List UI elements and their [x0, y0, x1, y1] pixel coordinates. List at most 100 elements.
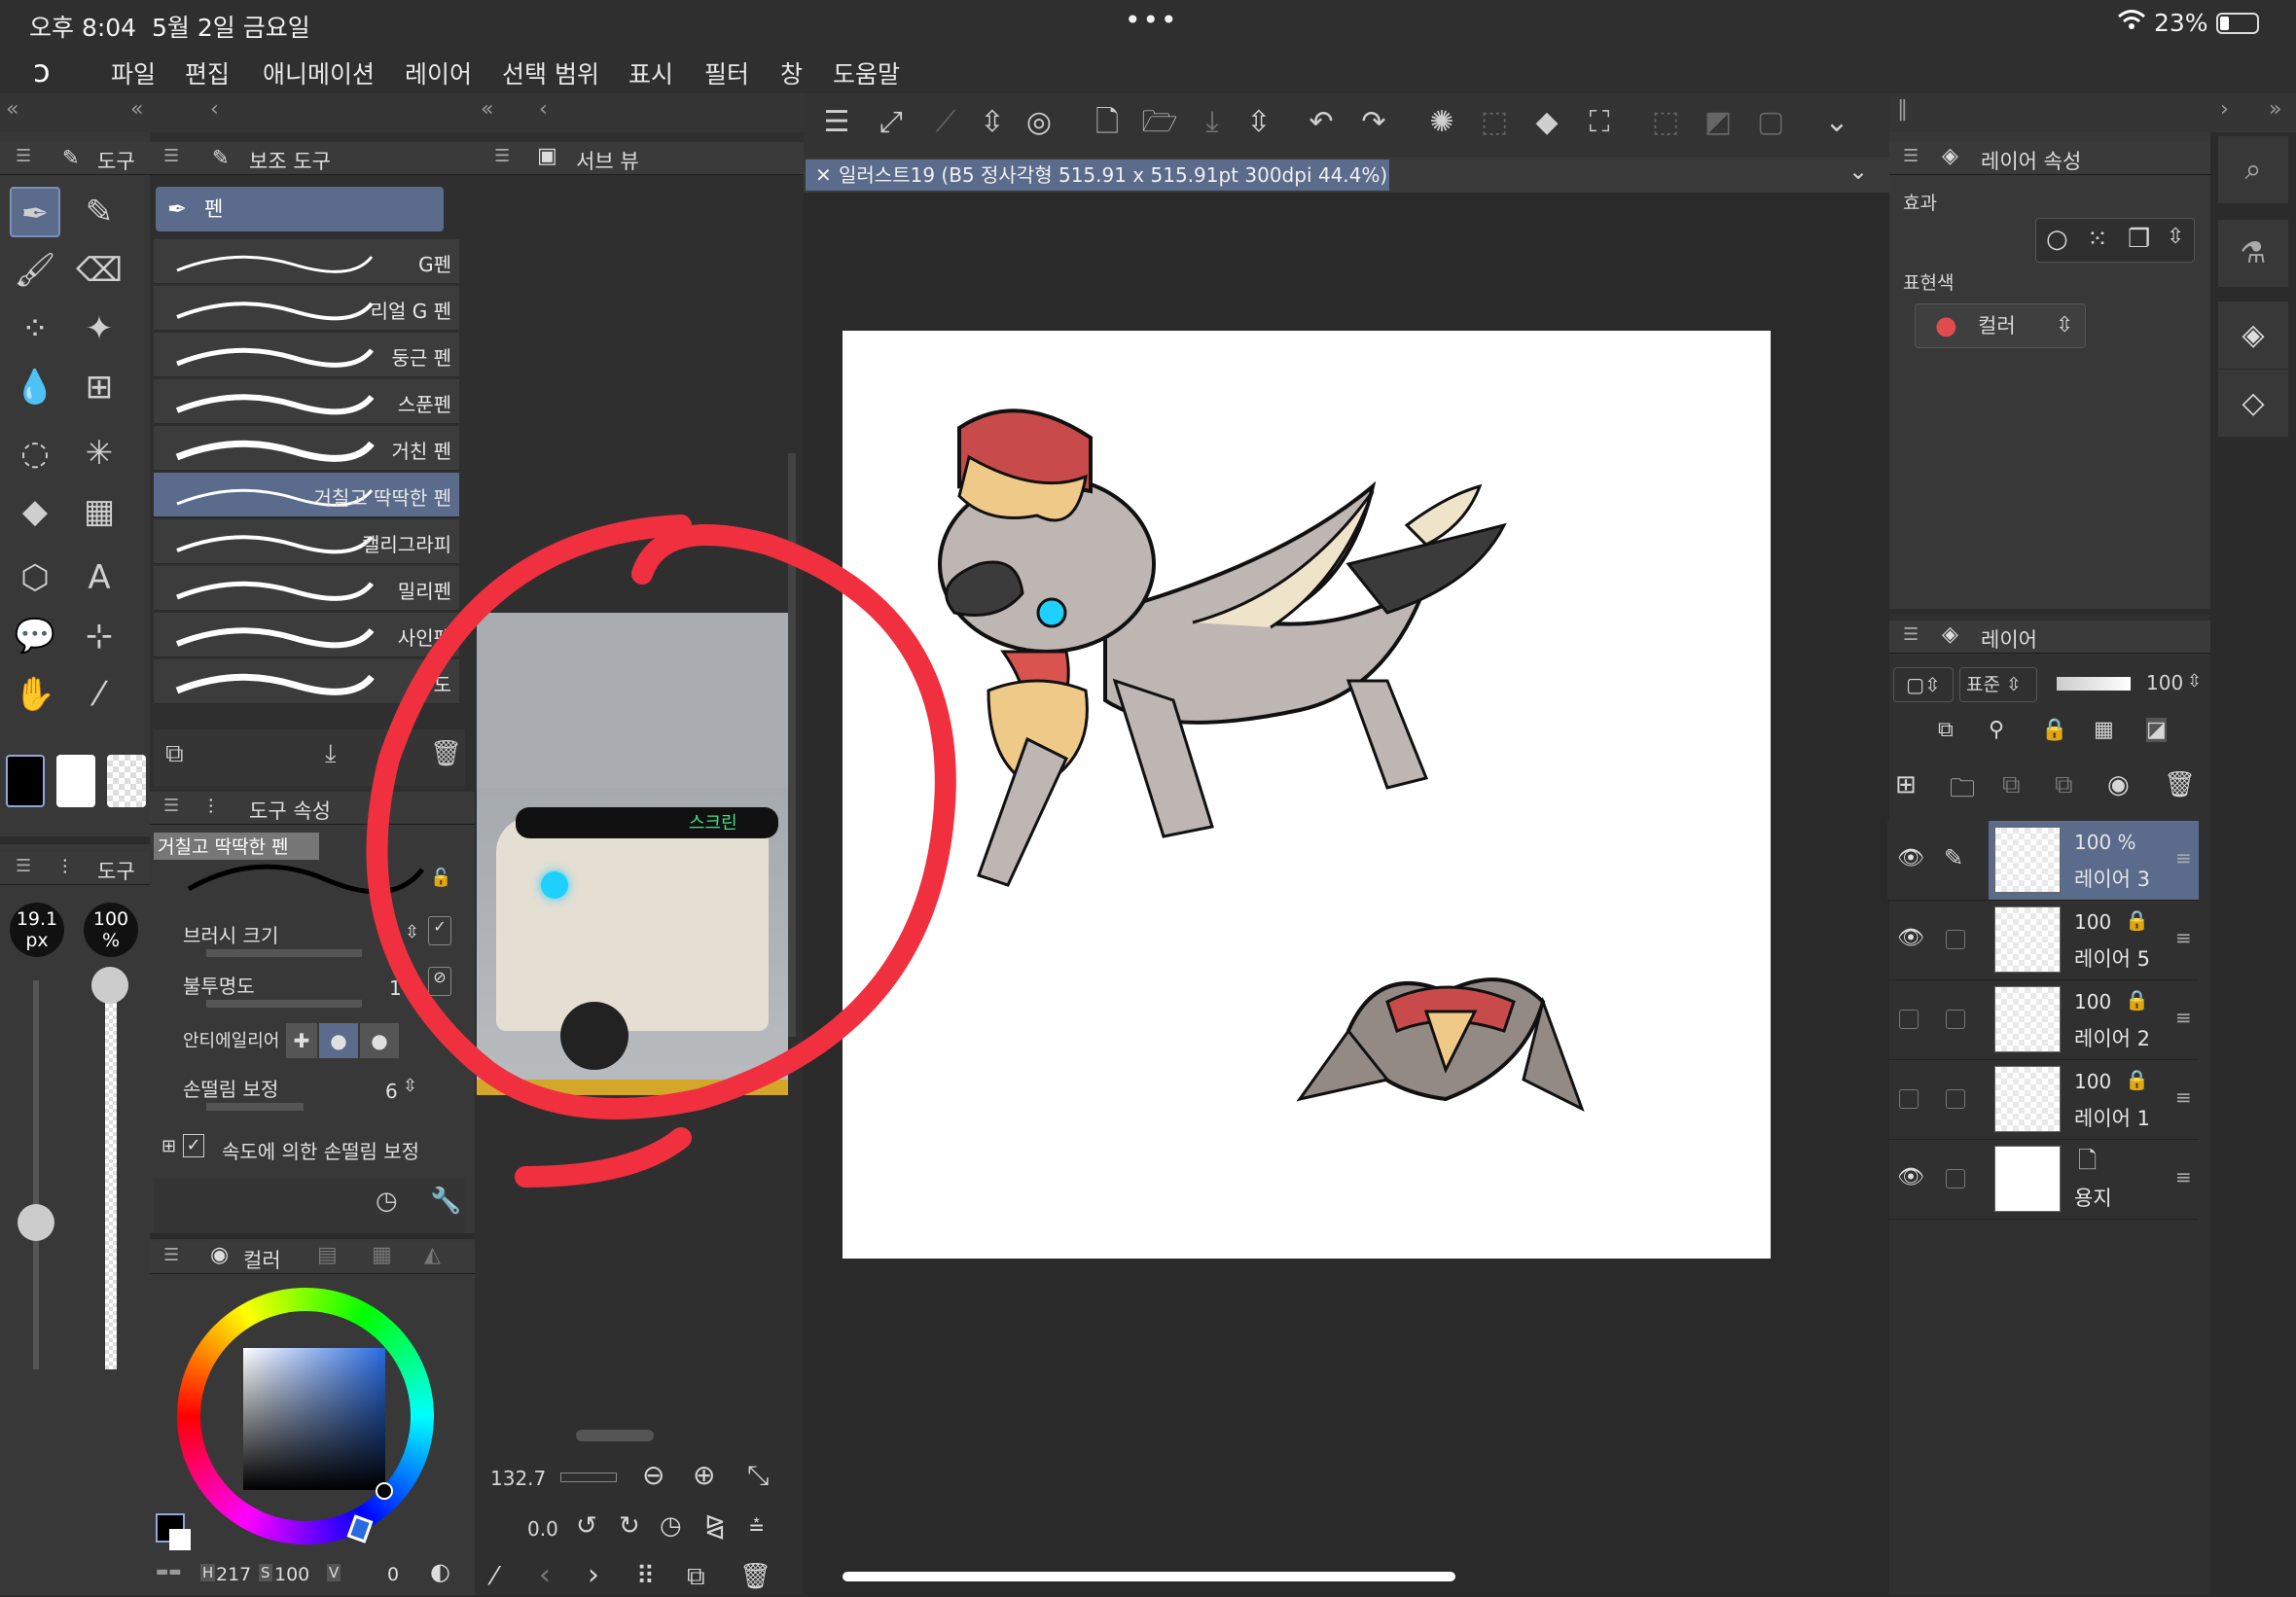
drag-handle-icon[interactable]: ≡ [2175, 1006, 2192, 1029]
grid-icon[interactable]: ⠿ [636, 1562, 655, 1591]
menu-help[interactable]: 도움말 [833, 55, 900, 90]
sub-color-swatch[interactable] [56, 755, 95, 807]
edit-target-icon[interactable]: ✎ [1944, 844, 1963, 871]
flip-horizontal-icon[interactable]: ⧎ [704, 1511, 726, 1541]
border-effect-icon[interactable]: ○ [2046, 225, 2068, 254]
trash-icon[interactable]: 🗑 [739, 1562, 771, 1591]
layer-opacity-value[interactable]: 100 [2146, 671, 2183, 694]
reset-rotation-icon[interactable]: ◷ [660, 1511, 682, 1541]
new-file-icon[interactable]: 🗋 [1086, 101, 1129, 144]
menu-animation[interactable]: 애니메이션 [263, 55, 375, 90]
antialias-none-icon[interactable]: ✚ [286, 1023, 317, 1058]
eyedropper-icon[interactable]: ⁄ [492, 1562, 496, 1591]
subview-h-scrollbar[interactable] [576, 1430, 654, 1441]
color-space-icon[interactable]: ▬▬ [156, 1564, 181, 1579]
opacity-slider-handle[interactable] [91, 967, 128, 1004]
checkbox-checked-icon[interactable]: ✓ [183, 1134, 204, 1157]
download-icon[interactable]: ⤓ [325, 739, 337, 769]
multitask-dots-icon[interactable]: ••• [1125, 4, 1179, 36]
new-folder-icon[interactable]: 🗀 [1950, 770, 1975, 813]
layer-row[interactable]: 100 레이어 1 🔒 ≡ [1887, 1060, 2199, 1140]
stepper-icon[interactable]: ⇳ [2056, 304, 2073, 347]
layer-row[interactable]: 👁 ✎ 100 % 레이어 3 ≡ [1887, 821, 2199, 901]
stepper-icon[interactable]: ⇳ [2167, 225, 2184, 249]
tone-effect-icon[interactable]: ⁙ [2087, 225, 2108, 254]
transform-icon[interactable]: ⟋ [924, 101, 967, 144]
eyedropper-tool-icon[interactable]: ⁄ [74, 669, 125, 720]
gradient-tool-icon[interactable]: ▦ [74, 486, 125, 537]
lasso-tool-icon[interactable]: ◌ [10, 428, 60, 479]
stabilize-bar[interactable] [206, 1103, 304, 1111]
chevron-left-icon[interactable]: ‹ [539, 97, 548, 122]
reference-layer-icon[interactable]: ⚲ [1989, 718, 2004, 742]
layer-color-icon[interactable]: ❐ [2128, 225, 2150, 254]
color-set-tab-icon[interactable]: ▦ [372, 1243, 392, 1267]
layer-row[interactable]: 100 레이어 2 🔒 ≡ [1887, 980, 2199, 1060]
invert-selection-icon[interactable]: ◩ [1697, 101, 1740, 144]
eye-icon[interactable]: 👁 [1897, 926, 1926, 955]
text-tool-icon[interactable]: A [74, 552, 125, 603]
trash-icon[interactable]: 🗑 [2164, 770, 2196, 799]
brush-item[interactable]: 스푼펜 [154, 379, 459, 424]
hamburger-menu-icon[interactable]: ☰ [815, 101, 858, 144]
decoration-tool-icon[interactable]: ✦ [74, 303, 125, 354]
hand-tool-icon[interactable]: ✋ [10, 669, 60, 720]
chevron-right-icon[interactable]: › [2220, 97, 2229, 122]
opacity-bar[interactable] [206, 1000, 362, 1008]
close-tab-icon[interactable]: ✕ [815, 160, 832, 191]
edit-target-checkbox[interactable] [1946, 1010, 1965, 1029]
collapse-left-icon[interactable]: « [481, 97, 493, 122]
drag-handle-icon[interactable]: ≡ [2175, 1165, 2192, 1189]
mask-enable-icon[interactable]: ◪ [2146, 718, 2167, 742]
deselect-icon[interactable]: ⬚ [1644, 101, 1687, 144]
layer-property-tab-icon[interactable]: ◈ [2218, 302, 2288, 370]
brush-tool-icon[interactable]: 🖌 [10, 245, 60, 296]
fill-icon[interactable]: ◆ [1525, 101, 1568, 144]
layer-row[interactable]: 👁 100 레이어 5 🔒 ≡ [1887, 901, 2199, 980]
merge-down-icon[interactable]: ⧉ [2002, 770, 2021, 800]
magic-wand-tool-icon[interactable]: ✳ [74, 428, 125, 479]
open-folder-icon[interactable]: 🗁 [1138, 101, 1181, 144]
edit-target-checkbox[interactable] [1946, 930, 1965, 949]
layer-type-select-icon[interactable]: ▢⇳ [1893, 667, 1954, 702]
brush-size-slider[interactable] [33, 980, 39, 1369]
drag-handle-icon[interactable]: ≡ [2175, 926, 2192, 949]
transparent-color-swatch[interactable] [107, 755, 146, 807]
redo-icon[interactable]: ↷ [1352, 101, 1395, 144]
clip-layer-icon[interactable]: ⧉ [1938, 718, 1954, 742]
balloon-tool-icon[interactable]: 💬 [10, 611, 60, 661]
panel-menu-icon[interactable]: ☰ [163, 796, 179, 816]
saturation-value-square[interactable] [243, 1348, 385, 1490]
eraser-tool-icon[interactable]: ⌫ [74, 245, 125, 296]
selection-icon[interactable]: ⬚ [1473, 101, 1516, 144]
panel-menu-icon[interactable]: ☰ [163, 146, 179, 166]
panel-menu-icon[interactable]: ☰ [494, 146, 510, 166]
brush-size-slider-handle[interactable] [18, 1204, 54, 1241]
panel-menu-icon[interactable]: ☰ [163, 1245, 179, 1265]
lock-icon[interactable]: 🔒 [2041, 718, 2067, 742]
pencil-tool-icon[interactable]: ✎ [74, 187, 125, 237]
airbrush-tool-icon[interactable]: ⁘ [10, 303, 60, 354]
menu-filter[interactable]: 필터 [704, 55, 749, 90]
eye-icon[interactable]: 👁 [1897, 846, 1926, 875]
rotate-left-icon[interactable]: ↺ [576, 1511, 597, 1541]
edit-target-checkbox[interactable] [1946, 1169, 1965, 1189]
selection-border-icon[interactable]: ▢ [1749, 101, 1792, 144]
undo-icon[interactable]: ↶ [1300, 101, 1343, 144]
pen-tool-icon[interactable]: ✒ [10, 187, 60, 237]
stepper-icon[interactable]: ⇳ [2187, 671, 2202, 692]
eye-icon[interactable]: 👁 [1897, 1165, 1926, 1194]
lock-transparent-icon[interactable]: ▦ [2094, 718, 2114, 742]
color-picker-handle[interactable] [376, 1482, 393, 1500]
layer-row[interactable]: 👁 용지 🗋 ≡ [1887, 1140, 2199, 1220]
menu-edit[interactable]: 편집 [185, 55, 230, 90]
prev-image-icon[interactable]: ‹ [539, 1558, 551, 1592]
visibility-checkbox[interactable] [1899, 1010, 1919, 1029]
menu-selection[interactable]: 선택 범위 [502, 55, 599, 90]
brush-item[interactable]: 둥근 펜 [154, 333, 459, 377]
menu-view[interactable]: 표시 [628, 55, 673, 90]
brush-item[interactable]: 거친 펜 [154, 426, 459, 471]
figure-tool-icon[interactable]: ⊞ [74, 362, 125, 412]
new-layer-icon[interactable]: ⊞ [1895, 770, 1917, 799]
drag-handle-icon[interactable]: ≡ [2175, 1085, 2192, 1109]
